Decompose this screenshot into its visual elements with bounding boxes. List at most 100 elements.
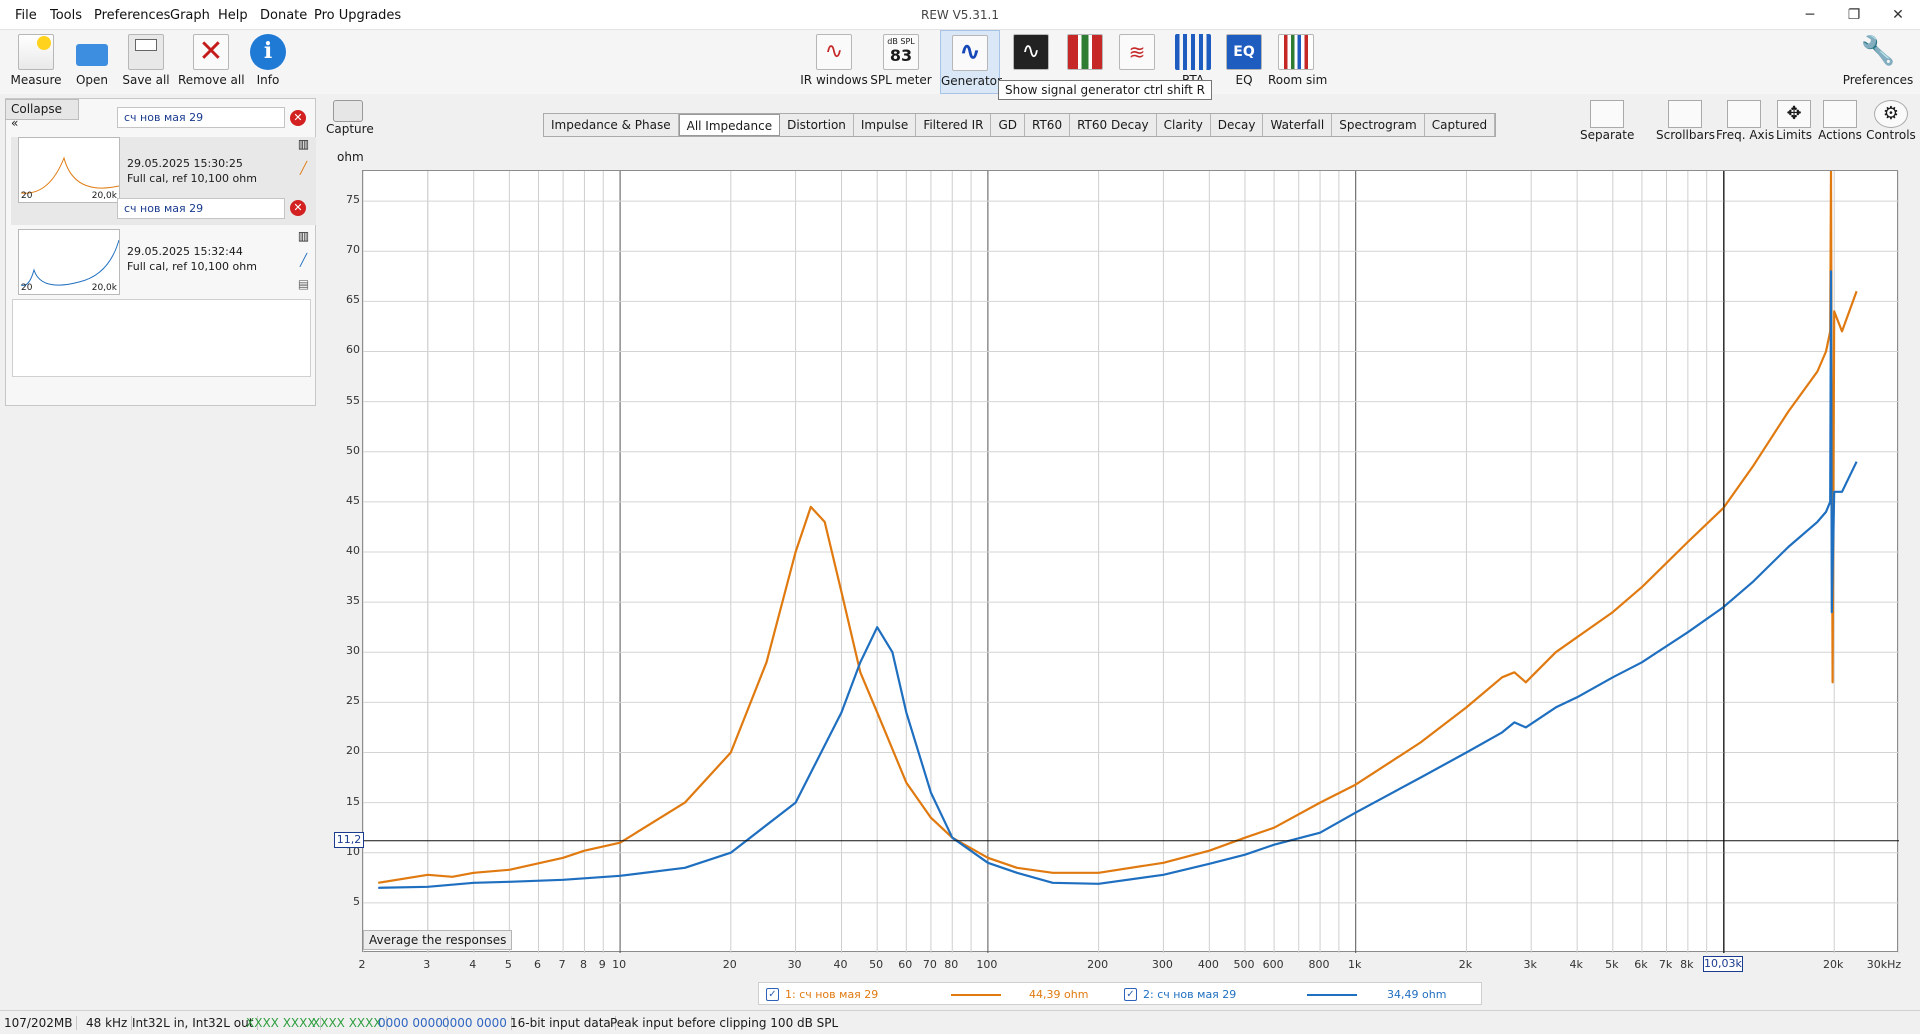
controls-button[interactable]: ⚙ Controls: [1866, 100, 1916, 142]
x-tick-label: 80: [944, 958, 959, 971]
x-tick-label: 300: [1151, 958, 1173, 971]
x-tick-label: 70: [922, 958, 937, 971]
x-tick-label: 60: [898, 958, 913, 971]
graph-tab-rt60-decay[interactable]: RT60 Decay: [1070, 114, 1157, 136]
graph-tab-waterfall[interactable]: Waterfall: [1263, 114, 1333, 136]
graph-tabs: Impedance & Phase All Impedance Distortion…: [543, 113, 1497, 137]
eq-filter-icon[interactable]: ▥: [296, 229, 311, 244]
sample-rate: 48 kHz: [82, 1016, 133, 1030]
wrench-icon: 🔧: [1860, 34, 1896, 67]
measure-icon: [18, 34, 54, 70]
notes-icon[interactable]: ▤: [296, 277, 311, 292]
pen-icon[interactable]: ╱: [296, 161, 311, 176]
graph-tab-impedance-phase[interactable]: Impedance & Phase: [544, 114, 679, 136]
graph-tab-decay[interactable]: Decay: [1210, 114, 1264, 136]
y-tick-label: 70: [346, 243, 360, 257]
pen-icon[interactable]: ╱: [296, 253, 311, 268]
average-responses-button[interactable]: Average the responses: [363, 930, 513, 950]
graph-tab-impulse[interactable]: Impulse: [853, 114, 917, 136]
collapse-button[interactable]: Collapse «: [5, 99, 79, 130]
room-sim-button[interactable]: Room sim: [1268, 30, 1327, 94]
menu-graph[interactable]: Graph: [170, 8, 210, 23]
measurement-thumbnail: 20 20,0k: [18, 137, 120, 203]
x-tick-label: 2: [358, 958, 366, 971]
minimize-button[interactable]: ─: [1788, 3, 1832, 27]
actions-button[interactable]: Actions: [1818, 100, 1862, 142]
graph-tab-rt60[interactable]: RT60: [1025, 114, 1071, 136]
y-tick-label: 50: [346, 443, 360, 457]
y-axis-unit: ohm: [337, 150, 364, 164]
graph-tab-spectrogram[interactable]: Spectrogram: [1332, 114, 1425, 136]
x-tick-label: 20k: [1823, 958, 1844, 971]
graph-tab-captured[interactable]: Captured: [1424, 114, 1496, 136]
generator-label: Generator: [941, 74, 1002, 88]
io-format: Int32L in, Int32L out: [128, 1016, 259, 1030]
x-tick-label: 10: [612, 958, 627, 971]
series-2-name: 2: сч нов мая 29: [1143, 988, 1237, 1001]
scrollbars-button[interactable]: Scrollbars: [1656, 100, 1715, 142]
preferences-button[interactable]: 🔧 Preferences: [1842, 30, 1914, 94]
series-2-cursor-value: 34,49 ohm: [1387, 988, 1447, 1001]
y-tick-label: 35: [346, 594, 360, 608]
spl-meter-value: 83: [889, 46, 913, 65]
menu-tools[interactable]: Tools: [50, 8, 82, 23]
menu-donate[interactable]: Donate: [260, 8, 307, 23]
generator-icon: ∿: [952, 35, 988, 71]
series-1-checkbox[interactable]: ✓: [766, 988, 779, 1001]
x-tick-label: 8: [579, 958, 587, 971]
maximize-button[interactable]: ❐: [1832, 3, 1876, 27]
delete-measurement-1-icon[interactable]: ✕: [290, 110, 306, 126]
measure-button[interactable]: Measure: [8, 30, 64, 94]
spl-meter-icon: dB SPL 83: [883, 34, 919, 70]
spl-meter-button[interactable]: dB SPL 83 SPL meter: [870, 30, 932, 94]
limits-icon: ✥: [1777, 100, 1811, 128]
menu-preferences[interactable]: Preferences: [94, 8, 170, 23]
thumb-max: 20,0k: [91, 191, 117, 201]
x-tick-label: 2k: [1458, 958, 1473, 971]
measurement-name-field-2[interactable]: сч нов мая 29: [117, 198, 285, 219]
graph-tab-clarity[interactable]: Clarity: [1156, 114, 1211, 136]
graph-tab-filtered-ir[interactable]: Filtered IR: [916, 114, 992, 136]
graph-tab-gd[interactable]: GD: [991, 114, 1026, 136]
graph-tab-all-impedance[interactable]: All Impedance: [678, 114, 781, 136]
capture-button[interactable]: Capture: [326, 100, 374, 136]
x-tick-label: 4k: [1569, 958, 1583, 971]
freq-axis-button[interactable]: Freq. Axis: [1716, 100, 1774, 142]
measure-label: Measure: [10, 73, 62, 87]
eq-button[interactable]: EQ EQ: [1222, 30, 1266, 94]
x-tick-label: 500: [1233, 958, 1255, 971]
collapse-label: Collapse: [11, 102, 62, 116]
cursor-x-label: 10,03k: [1702, 956, 1743, 972]
x-tick-label: 100: [976, 958, 998, 971]
impedance-chart[interactable]: [362, 169, 1900, 953]
series-2-checkbox[interactable]: ✓: [1124, 988, 1137, 1001]
save-all-button[interactable]: Save all: [120, 30, 172, 94]
menu-pro-upgrades[interactable]: Pro Upgrades: [314, 8, 401, 23]
y-tick-label: 5: [353, 894, 360, 908]
x-tick-label: 30kHz: [1866, 958, 1902, 971]
limits-button[interactable]: ✥ Limits: [1774, 100, 1814, 142]
delete-measurement-2-icon[interactable]: ✕: [290, 200, 306, 216]
graph-tab-distortion[interactable]: Distortion: [780, 114, 854, 136]
menu-file[interactable]: File: [15, 8, 37, 23]
peak-input-info: Peak input before clipping 100 dB SPL: [610, 1016, 839, 1030]
x-tick-label: 5: [504, 958, 512, 971]
eq-filter-icon[interactable]: ▥: [296, 137, 311, 152]
remove-all-button[interactable]: ✕ Remove all: [178, 30, 245, 94]
x-tick-label: 7k: [1658, 958, 1673, 971]
ir-windows-button[interactable]: ∿ IR windows: [800, 30, 868, 94]
info-button[interactable]: i Info: [248, 30, 288, 94]
chart-canvas[interactable]: [362, 169, 1900, 953]
y-tick-label: 75: [346, 193, 360, 207]
menu-help[interactable]: Help: [218, 8, 248, 23]
measurement-name-field-1[interactable]: сч нов мая 29: [117, 107, 285, 128]
measurement-note: Full cal, ref 10,100 ohm: [127, 172, 257, 185]
open-button[interactable]: Open: [66, 30, 118, 94]
x-tick-label: 9: [598, 958, 606, 971]
levels-icon: [1067, 34, 1103, 70]
x-tick-label: 600: [1262, 958, 1284, 971]
close-button[interactable]: ✕: [1876, 3, 1920, 27]
cursor-y-label: 11,2: [334, 831, 364, 848]
generator-button[interactable]: ∿ Generator: [940, 30, 1002, 94]
separate-button[interactable]: Separate: [1580, 100, 1634, 142]
